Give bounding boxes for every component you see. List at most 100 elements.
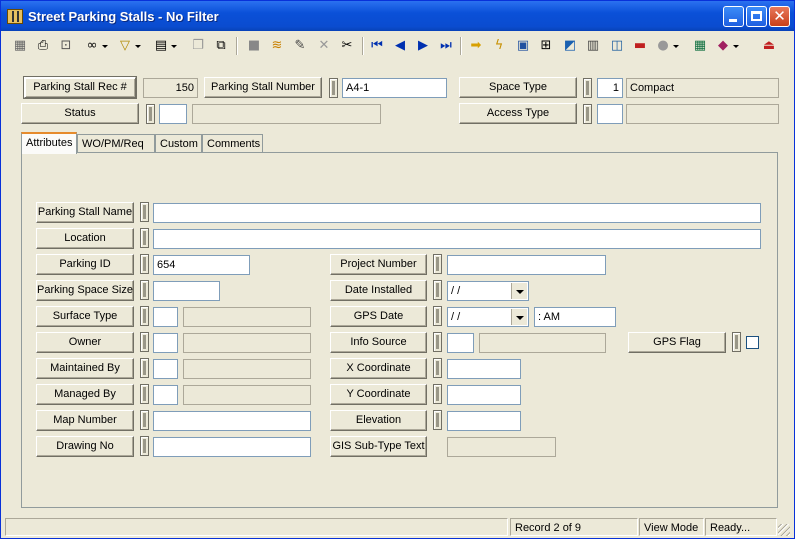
surface-type-button[interactable]: Surface Type [36,306,134,327]
parking-stall-number-button[interactable]: Parking Stall Number [204,77,322,98]
owner-code-field[interactable] [153,333,178,353]
map-number-field[interactable] [153,411,311,431]
tab-custom[interactable]: Custom [155,134,202,153]
project-number-field[interactable] [447,255,606,275]
maintained-by-description [183,359,311,379]
space-type-button[interactable]: Space Type [459,77,577,98]
calendar-icon[interactable]: ▥ [584,37,602,55]
resize-grip-icon[interactable] [778,524,790,536]
gps-date-picker[interactable]: / / [447,307,529,327]
indicator-icon [140,254,149,274]
edit-pencil-icon[interactable]: ✎ [291,37,309,55]
gps-flag-button[interactable]: GPS Flag [628,332,726,353]
x-coordinate-field[interactable] [447,359,521,379]
gps-time-field[interactable]: : AM [534,307,616,327]
print-icon[interactable]: ⎙ [34,37,52,55]
print-preview-icon[interactable]: ⊡ [57,37,75,55]
map-number-button[interactable]: Map Number [36,410,134,431]
calculator-icon[interactable]: ▦ [691,37,709,55]
status-message [5,518,508,536]
work-order-icon[interactable]: ▬ [631,37,649,55]
parking-stall-number-field[interactable]: A4-1 [342,78,447,98]
elevation-button[interactable]: Elevation [330,410,427,431]
parking-space-size-field[interactable] [153,281,220,301]
maintained-by-button[interactable]: Maintained By [36,358,134,379]
parking-id-button[interactable]: Parking ID [36,254,134,275]
access-type-description [626,104,779,124]
paste-record-icon[interactable]: ⧉ [212,37,230,55]
indicator-icon [583,104,592,124]
minimize-button[interactable] [723,6,744,27]
hierarchy-icon[interactable]: ⊞ [537,37,555,55]
y-coordinate-field[interactable] [447,385,521,405]
toolbar-separator [460,37,462,55]
status-button[interactable]: Status [21,103,139,124]
globe-icon[interactable]: ● [654,37,679,55]
gps-date-value: / / [451,311,461,323]
chevron-down-icon[interactable] [511,283,527,299]
info-source-code-field[interactable] [447,333,474,353]
location-field[interactable] [153,229,761,249]
disk-icon[interactable]: ■ [245,37,263,55]
status-code-field[interactable] [159,104,187,124]
managed-by-code-field[interactable] [153,385,178,405]
parking-space-size-button[interactable]: Parking Space Size [36,280,134,301]
title-bar[interactable]: Street Parking Stalls - No Filter ✕ [1,1,794,31]
tab-comments[interactable]: Comments [202,134,263,153]
maximize-button[interactable] [746,6,767,27]
exit-icon[interactable]: ⏏ [760,37,778,55]
info-source-button[interactable]: Info Source [330,332,427,353]
drawing-no-button[interactable]: Drawing No [36,436,134,457]
close-button[interactable]: ✕ [769,6,790,27]
books-icon[interactable]: ◆ [714,37,739,55]
date-installed-button[interactable]: Date Installed [330,280,427,301]
arrow-right-icon[interactable]: ➡ [467,37,485,55]
report-icon[interactable]: ◫ [608,37,626,55]
maintained-by-code-field[interactable] [153,359,178,379]
last-record-icon[interactable]: ⏭ [437,37,455,55]
owner-button[interactable]: Owner [36,332,134,353]
drawing-no-field[interactable] [153,437,311,457]
indicator-icon [140,332,149,352]
y-coordinate-button[interactable]: Y Coordinate [330,384,427,405]
surface-type-code-field[interactable] [153,307,178,327]
maximize-icon [751,11,762,21]
tab-wo-pm-req[interactable]: WO/PM/Req [77,134,155,153]
delete-x-icon[interactable]: ✕ [315,37,333,55]
gps-flag-checkbox[interactable] [746,336,759,349]
filter-icon[interactable]: ▽ [116,37,141,55]
lightning-icon[interactable]: ϟ [490,37,508,55]
scissors-icon[interactable]: ✂ [338,37,356,55]
x-coordinate-button[interactable]: X Coordinate [330,358,427,379]
parking-stall-name-field[interactable] [153,203,761,223]
location-button[interactable]: Location [36,228,134,249]
binoculars-icon[interactable]: ∞ [83,37,108,55]
chevron-down-icon[interactable] [511,309,527,325]
first-record-icon[interactable]: ⏮ [368,37,386,55]
space-type-code-field[interactable]: 1 [597,78,623,98]
space-type-description: Compact [626,78,779,98]
parking-stall-rec-button[interactable]: Parking Stall Rec # [24,77,136,98]
map-icon[interactable]: ▣ [514,37,532,55]
indicator-icon [433,254,442,274]
layout-icon[interactable]: ▦ [11,37,29,55]
tab-attributes[interactable]: Attributes [21,132,77,154]
gis-sub-type-text-button[interactable]: GIS Sub-Type Text [330,436,427,457]
access-type-code-field[interactable] [597,104,623,124]
parking-id-field[interactable]: 654 [153,255,250,275]
gps-date-button[interactable]: GPS Date [330,306,427,327]
gis-icon[interactable]: ◩ [561,37,579,55]
project-number-button[interactable]: Project Number [330,254,427,275]
previous-record-icon[interactable]: ◀ [391,37,409,55]
indicator-icon [433,332,442,352]
stack-icon[interactable]: ≋ [268,37,286,55]
date-installed-picker[interactable]: / / [447,281,529,301]
new-record-icon[interactable]: ▤ [152,37,177,55]
managed-by-button[interactable]: Managed By [36,384,134,405]
parking-stall-name-button[interactable]: Parking Stall Name [36,202,134,223]
next-record-icon[interactable]: ▶ [414,37,432,55]
elevation-field[interactable] [447,411,521,431]
indicator-icon [140,202,149,222]
access-type-button[interactable]: Access Type [459,103,577,124]
copy-record-icon[interactable]: ❐ [189,37,207,55]
